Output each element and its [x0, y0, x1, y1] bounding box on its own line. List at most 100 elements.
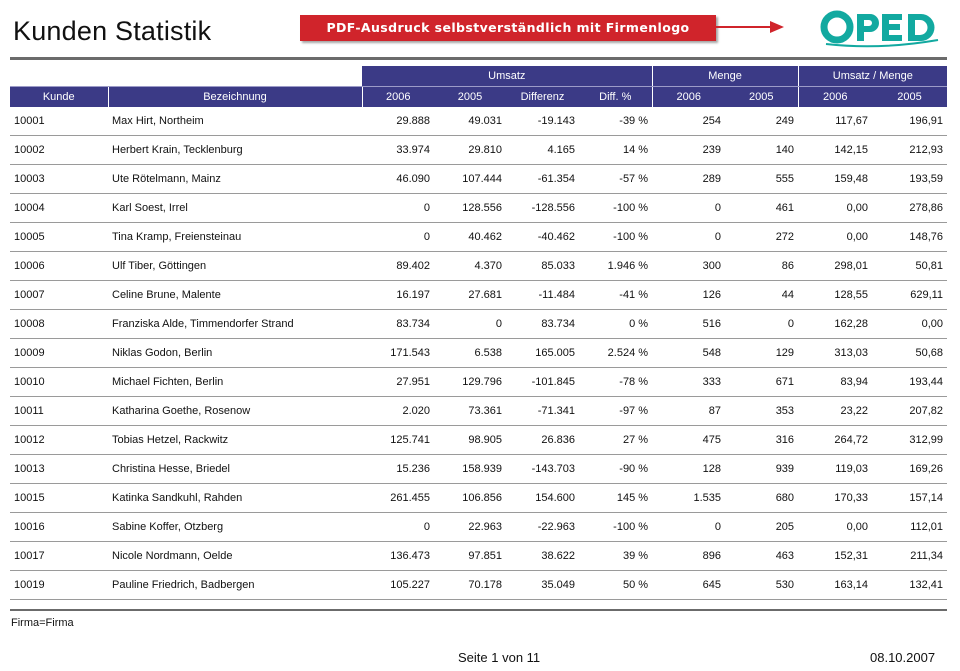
cell-kunde: 10013	[10, 454, 108, 484]
cell-menge-2005: 680	[725, 483, 799, 513]
cell-diff-pct: -57 %	[579, 164, 653, 194]
cell-umsatz-2006: 0	[362, 193, 434, 223]
table-row: 10019 Pauline Friedrich, Badbergen 105.227…	[10, 570, 948, 600]
cell-umsatz-2006: 29.888	[362, 107, 434, 136]
cell-umsatz-2005: 0	[434, 309, 506, 339]
cell-differenz: -128.556	[506, 193, 579, 223]
cell-differenz: -40.462	[506, 222, 579, 252]
cell-umsatz-2005: 40.462	[434, 222, 506, 252]
table-row: 10013 Christina Hesse, Briedel 15.236 158.9…	[10, 454, 948, 484]
cell-umsatz-2005: 129.796	[434, 367, 506, 397]
cell-bezeichnung: Max Hirt, Northeim	[108, 107, 362, 136]
cell-ratio-2006: 162,28	[798, 309, 873, 339]
cell-bezeichnung: Niklas Godon, Berlin	[108, 338, 362, 368]
cell-umsatz-2005: 22.963	[434, 512, 506, 542]
cell-umsatz-2006: 261.455	[362, 483, 434, 513]
cell-umsatz-2006: 33.974	[362, 135, 434, 165]
cell-kunde: 10008	[10, 309, 108, 339]
column-header-menge-2006: 2006	[651, 86, 726, 107]
column-header-umsatz-2006: 2006	[361, 86, 434, 107]
cell-umsatz-2006: 0	[362, 512, 434, 542]
cell-ratio-2005: 193,44	[872, 367, 948, 397]
cell-umsatz-2005: 6.538	[434, 338, 506, 368]
cell-diff-pct: -100 %	[579, 512, 653, 542]
footer-divider	[10, 609, 947, 611]
company-logo	[820, 10, 939, 48]
cell-menge-2006: 128	[652, 454, 726, 484]
cell-differenz: -11.484	[506, 280, 579, 310]
cell-bezeichnung: Nicole Nordmann, Oelde	[108, 541, 362, 571]
cell-umsatz-2006: 0	[362, 222, 434, 252]
cell-ratio-2006: 0,00	[798, 193, 873, 223]
cell-menge-2006: 289	[652, 164, 726, 194]
arrow-right-icon	[716, 21, 784, 33]
table-row: 10011 Katharina Goethe, Rosenow 2.020 73.36…	[10, 396, 948, 426]
group-header-umsatz-menge: Umsatz / Menge	[797, 66, 948, 87]
cell-menge-2006: 516	[652, 309, 726, 339]
cell-differenz: -101.845	[506, 367, 579, 397]
footnote: Firma=Firma	[11, 617, 74, 629]
cell-diff-pct: 2.524 %	[579, 338, 653, 368]
cell-umsatz-2006: 136.473	[362, 541, 434, 571]
cell-umsatz-2005: 70.178	[434, 570, 506, 600]
cell-bezeichnung: Celine Brune, Malente	[108, 280, 362, 310]
cell-umsatz-2006: 89.402	[362, 251, 434, 281]
cell-ratio-2006: 170,33	[798, 483, 873, 513]
cell-ratio-2006: 117,67	[798, 107, 873, 136]
cell-ratio-2006: 0,00	[798, 512, 873, 542]
cell-kunde: 10009	[10, 338, 108, 368]
header-spacer	[10, 66, 362, 87]
cell-umsatz-2005: 73.361	[434, 396, 506, 426]
cell-diff-pct: 27 %	[579, 425, 653, 455]
cell-ratio-2005: 169,26	[872, 454, 948, 484]
page-title: Kunden Statistik	[13, 16, 212, 46]
cell-kunde: 10006	[10, 251, 108, 281]
cell-umsatz-2006: 83.734	[362, 309, 434, 339]
cell-kunde: 10004	[10, 193, 108, 223]
cell-menge-2005: 44	[725, 280, 799, 310]
column-header-menge-2005: 2005	[725, 86, 799, 107]
cell-diff-pct: 0 %	[579, 309, 653, 339]
cell-menge-2006: 300	[652, 251, 726, 281]
cell-menge-2005: 463	[725, 541, 799, 571]
cell-umsatz-2006: 2.020	[362, 396, 434, 426]
cell-menge-2006: 254	[652, 107, 726, 136]
header-divider	[10, 57, 947, 60]
cell-diff-pct: -78 %	[579, 367, 653, 397]
cell-diff-pct: -39 %	[579, 107, 653, 136]
cell-umsatz-2005: 49.031	[434, 107, 506, 136]
cell-diff-pct: -41 %	[579, 280, 653, 310]
cell-menge-2005: 0	[725, 309, 799, 339]
column-header-bezeichnung: Bezeichnung	[107, 86, 362, 107]
cell-ratio-2005: 132,41	[872, 570, 948, 600]
cell-ratio-2005: 312,99	[872, 425, 948, 455]
cell-differenz: 4.165	[506, 135, 579, 165]
cell-diff-pct: 39 %	[579, 541, 653, 571]
table-row: 10001 Max Hirt, Northeim 29.888 49.031 -19.1…	[10, 107, 948, 136]
cell-bezeichnung: Tina Kramp, Freiensteinau	[108, 222, 362, 252]
cell-kunde: 10011	[10, 396, 108, 426]
cell-ratio-2006: 128,55	[798, 280, 873, 310]
cell-ratio-2006: 163,14	[798, 570, 873, 600]
cell-ratio-2005: 211,34	[872, 541, 948, 571]
cell-bezeichnung: Franziska Alde, Timmendorfer Strand	[108, 309, 362, 339]
cell-umsatz-2005: 128.556	[434, 193, 506, 223]
cell-umsatz-2005: 98.905	[434, 425, 506, 455]
cell-umsatz-2006: 46.090	[362, 164, 434, 194]
column-header-umsatz-2005: 2005	[434, 86, 506, 107]
cell-menge-2006: 333	[652, 367, 726, 397]
cell-kunde: 10012	[10, 425, 108, 455]
page-number: Seite 1 von 11	[458, 650, 541, 665]
cell-diff-pct: -100 %	[579, 222, 653, 252]
cell-bezeichnung: Katinka Sandkuhl, Rahden	[108, 483, 362, 513]
cell-kunde: 10005	[10, 222, 108, 252]
cell-menge-2006: 896	[652, 541, 726, 571]
cell-kunde: 10016	[10, 512, 108, 542]
cell-diff-pct: -97 %	[579, 396, 653, 426]
cell-umsatz-2006: 16.197	[362, 280, 434, 310]
table-row: 10005 Tina Kramp, Freiensteinau 0 40.462 -40…	[10, 222, 948, 252]
cell-menge-2005: 353	[725, 396, 799, 426]
cell-menge-2006: 0	[652, 512, 726, 542]
cell-umsatz-2005: 106.856	[434, 483, 506, 513]
cell-umsatz-2005: 27.681	[434, 280, 506, 310]
